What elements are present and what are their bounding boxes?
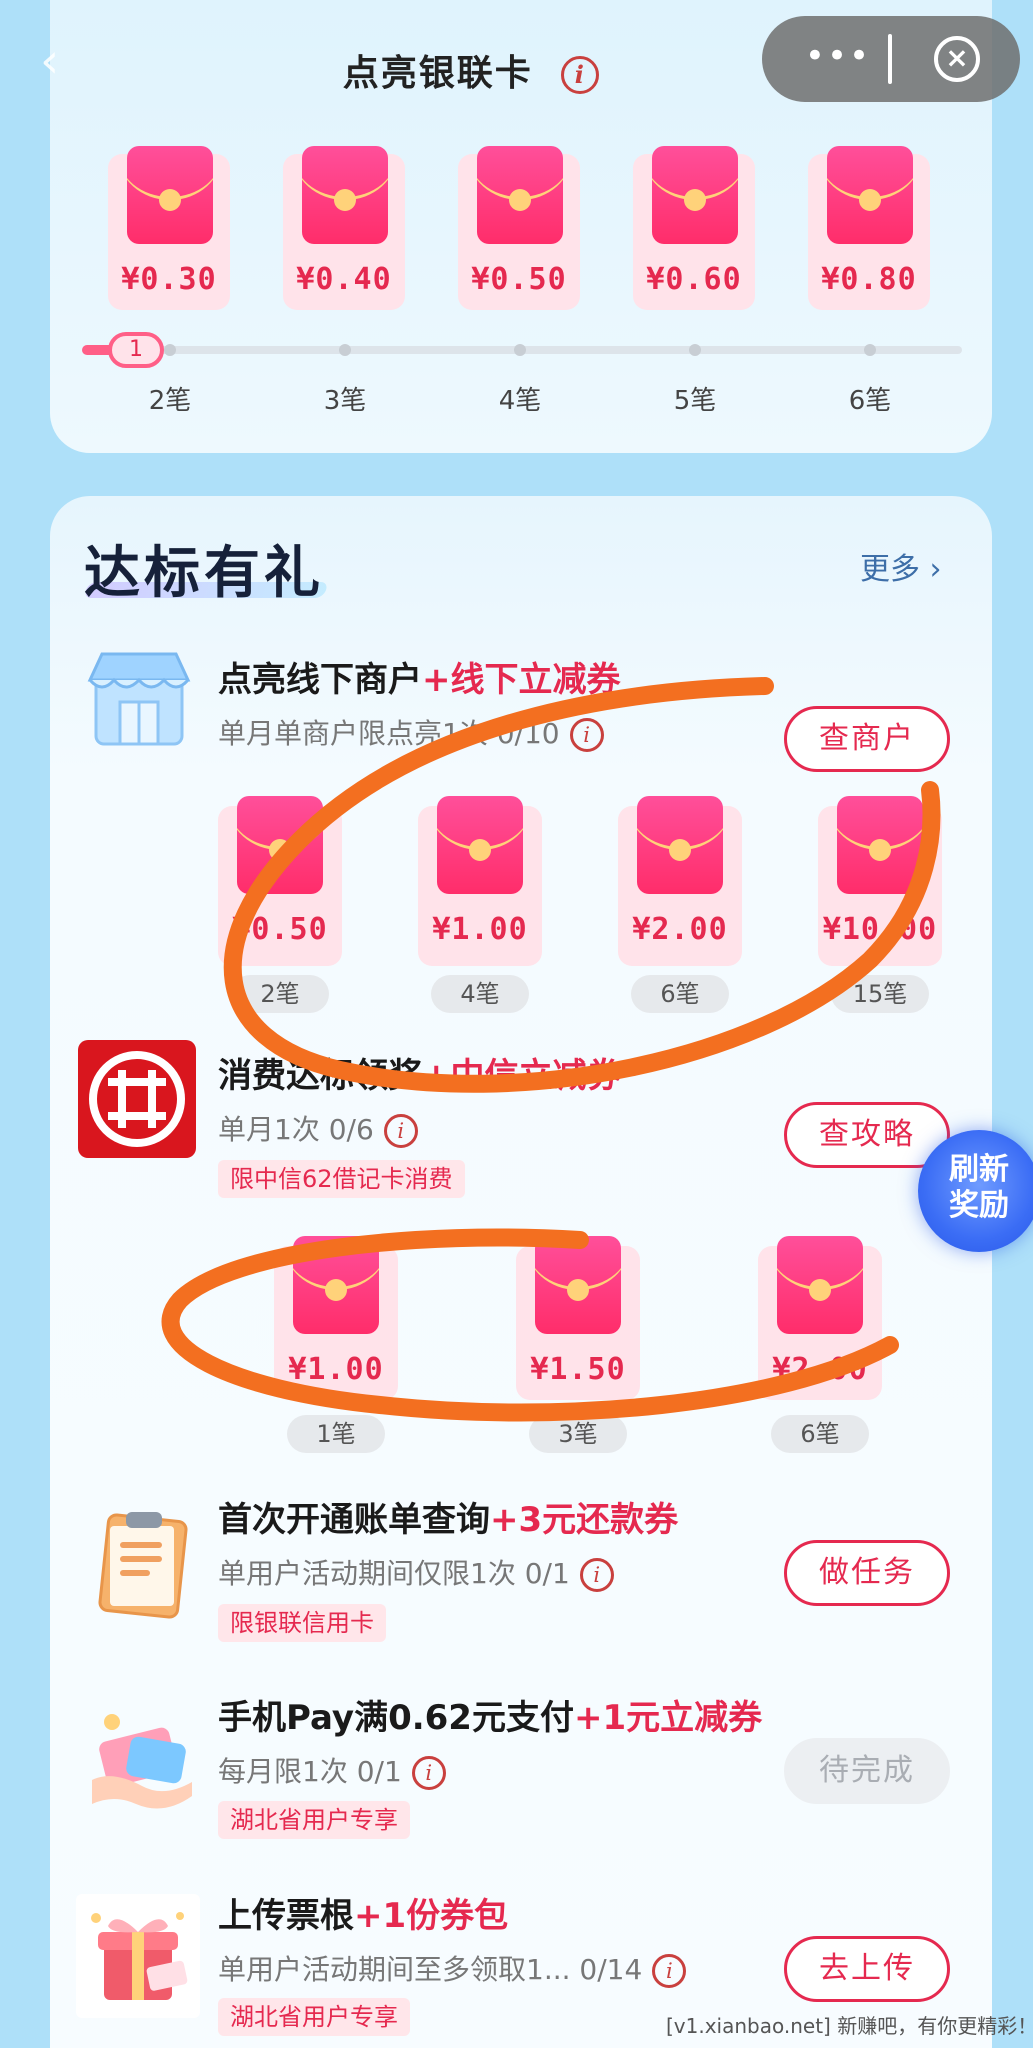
reward-amount: ¥0.50: [471, 262, 567, 297]
reward-amount: ¥2.00: [632, 912, 728, 947]
stage-label: 15笔: [831, 975, 929, 1013]
stage-label: 3笔: [529, 1415, 627, 1453]
reward-amount: ¥0.30: [121, 262, 217, 297]
task-title-text: 首次开通账单查询: [218, 1500, 490, 1540]
red-packet-icon: [477, 146, 563, 244]
info-icon[interactable]: i: [569, 718, 604, 752]
reward-amount: ¥0.80: [821, 262, 917, 297]
info-icon[interactable]: i: [561, 56, 600, 94]
stage-label: 1笔: [287, 1415, 385, 1453]
task-title: 点亮线下商户+线下立减券: [218, 652, 621, 701]
reward-amount: ¥1.00: [288, 1352, 384, 1387]
task-title: 消费达标领奖+中信立减券: [218, 1048, 621, 1097]
task-reward-highlight: +1份券包: [354, 1896, 509, 1936]
red-packet-icon: [777, 1236, 863, 1334]
pending-button: 待完成: [784, 1738, 950, 1804]
progress-dot: [164, 344, 176, 356]
red-packet-icon: [293, 1236, 379, 1334]
task-title-text: 消费达标领奖: [218, 1056, 422, 1096]
refresh-rewards-button[interactable]: 刷新 奖励: [918, 1130, 1033, 1252]
reward-amount: ¥0.50: [232, 912, 328, 947]
task-reward-highlight: +线下立减券: [422, 660, 621, 700]
progress-dot: [339, 344, 351, 356]
task-reward-highlight: +3元还款券: [490, 1500, 679, 1540]
stage-label: 4笔: [498, 386, 542, 416]
task-tag: 湖北省用户专享: [218, 1998, 410, 2036]
progress-dot: [864, 344, 876, 356]
task-tag: 限中信62借记卡消费: [218, 1160, 465, 1198]
task-reward-highlight: +1元立减券: [573, 1698, 763, 1738]
do-task-button[interactable]: 做任务: [784, 1540, 950, 1606]
red-packet-icon: [237, 796, 323, 894]
task-tag: 湖北省用户专享: [218, 1801, 410, 1839]
reward-amount: ¥1.00: [432, 912, 528, 947]
refresh-label-line1: 刷新: [949, 1152, 1009, 1187]
reward-amount: ¥0.40: [296, 262, 392, 297]
task-reward-highlight: +中信立减券: [422, 1056, 621, 1096]
task-title: 首次开通账单查询+3元还款券: [218, 1492, 678, 1541]
task-limit-text: 单月1次 0/6: [218, 1113, 374, 1146]
store-icon: [80, 640, 198, 758]
close-circle-icon[interactable]: ×: [934, 36, 980, 82]
stage-label: 2笔: [148, 386, 192, 416]
watermark-text: [v1.xianbao.net] 新赚吧，有你更精彩！: [666, 2014, 1033, 2038]
red-packet-icon: [837, 796, 923, 894]
task-subtitle: 单用户活动期间至多领取1... 0/14 i: [218, 1948, 687, 1988]
stage-label: 5笔: [673, 386, 717, 416]
page-title-text: 点亮银联卡: [342, 53, 533, 94]
red-packet-icon: [535, 1236, 621, 1334]
progress-dot: [689, 344, 701, 356]
task-title-text: 手机Pay满0.62元支付: [218, 1698, 574, 1738]
refresh-label-line2: 奖励: [949, 1188, 1009, 1223]
section-title: 达标有礼: [84, 541, 324, 606]
info-icon[interactable]: i: [383, 1114, 418, 1148]
mini-program-capsule: ••• ×: [762, 16, 1020, 102]
view-merchants-button[interactable]: 查商户: [784, 706, 950, 772]
progress-indicator: 1: [108, 332, 164, 368]
stage-label: 4笔: [431, 975, 529, 1013]
reward-amount: ¥0.60: [646, 262, 742, 297]
reward-amount: ¥2.00: [772, 1352, 868, 1387]
upload-button[interactable]: 去上传: [784, 1936, 950, 2002]
clipboard-icon: [84, 1502, 202, 1620]
citic-logo-icon: [78, 1040, 196, 1158]
stage-label: 6笔: [631, 975, 729, 1013]
progress-dot: [514, 344, 526, 356]
task-title: 手机Pay满0.62元支付+1元立减券: [218, 1690, 762, 1739]
red-packet-icon: [827, 146, 913, 244]
task-title: 上传票根+1份券包: [218, 1888, 508, 1937]
task-subtitle: 单月单商户限点亮1次 0/10 i: [218, 712, 604, 752]
stage-label: 6笔: [771, 1415, 869, 1453]
red-packet-icon: [437, 796, 523, 894]
task-limit-text: 单用户活动期间至多领取1... 0/14: [218, 1953, 643, 1986]
capsule-divider: [888, 34, 892, 84]
task-title-text: 上传票根: [218, 1896, 354, 1936]
task-subtitle: 单用户活动期间仅限1次 0/1 i: [218, 1552, 614, 1592]
task-limit-text: 每月限1次 0/1: [218, 1755, 402, 1788]
task-limit-text: 单用户活动期间仅限1次 0/1: [218, 1557, 570, 1590]
task-subtitle: 单月1次 0/6 i: [218, 1108, 418, 1148]
task-tag: 限银联信用卡: [218, 1604, 386, 1642]
gift-box-icon: [76, 1894, 200, 2018]
red-packet-icon: [652, 146, 738, 244]
red-packet-icon: [127, 146, 213, 244]
stage-label: 3笔: [323, 386, 367, 416]
stage-label: 2笔: [231, 975, 329, 1013]
task-title-text: 点亮线下商户: [218, 660, 422, 700]
payment-card-icon: [84, 1700, 202, 1818]
info-icon[interactable]: i: [579, 1558, 614, 1592]
stage-label: 6笔: [848, 386, 892, 416]
reward-amount: ¥1.50: [530, 1352, 626, 1387]
progress-track: [130, 346, 962, 354]
info-icon[interactable]: i: [411, 1756, 446, 1790]
more-link[interactable]: 更多 ›: [860, 544, 942, 588]
reward-amount: ¥10.00: [822, 912, 938, 947]
info-icon[interactable]: i: [652, 1954, 687, 1988]
task-limit-text: 单月单商户限点亮1次 0/10: [218, 717, 560, 750]
task-subtitle: 每月限1次 0/1 i: [218, 1750, 446, 1790]
red-packet-icon: [637, 796, 723, 894]
more-dots-icon[interactable]: •••: [798, 36, 878, 82]
red-packet-icon: [302, 146, 388, 244]
